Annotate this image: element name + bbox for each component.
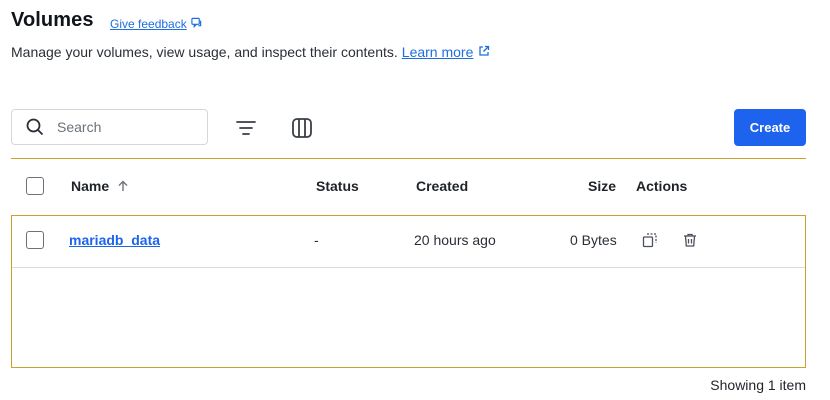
volume-name-link[interactable]: mariadb_data — [69, 232, 160, 248]
search-input[interactable] — [55, 118, 189, 136]
column-header-actions: Actions — [636, 178, 688, 194]
learn-more-link[interactable]: Learn more — [402, 44, 491, 60]
filter-button[interactable] — [232, 114, 260, 142]
column-header-name[interactable]: Name — [71, 178, 129, 194]
delete-volume-button[interactable] — [680, 230, 700, 250]
item-count: Showing 1 item — [710, 377, 806, 393]
volume-size: 0 Bytes — [570, 232, 617, 248]
give-feedback-label: Give feedback — [110, 17, 187, 31]
volume-status: - — [314, 232, 319, 248]
columns-icon — [292, 118, 312, 138]
trash-icon — [684, 233, 696, 247]
page-title: Volumes — [11, 9, 94, 31]
table-top-border — [11, 158, 806, 159]
column-header-name-label: Name — [71, 178, 110, 194]
volume-created: 20 hours ago — [414, 232, 496, 248]
filter-icon — [236, 121, 256, 135]
row-divider — [12, 267, 805, 268]
give-feedback-link[interactable]: Give feedback — [110, 17, 202, 31]
copy-icon — [642, 233, 657, 248]
column-header-created[interactable]: Created — [416, 178, 468, 194]
learn-more-label: Learn more — [401, 44, 474, 60]
page-description-text: Manage your volumes, view usage, and ins… — [11, 44, 398, 60]
column-header-status[interactable]: Status — [316, 178, 359, 194]
search-icon — [26, 118, 44, 136]
row-checkbox[interactable] — [26, 231, 44, 249]
page-description: Manage your volumes, view usage, and ins… — [11, 44, 490, 60]
column-header-size[interactable]: Size — [588, 178, 616, 194]
columns-button[interactable] — [288, 114, 316, 142]
feedback-icon — [191, 17, 202, 31]
select-all-checkbox[interactable] — [26, 177, 44, 195]
clone-volume-button[interactable] — [640, 230, 660, 250]
create-button[interactable]: Create — [734, 109, 806, 146]
sort-up-icon — [118, 180, 128, 191]
external-link-icon — [478, 44, 490, 60]
search-box[interactable] — [11, 109, 208, 145]
